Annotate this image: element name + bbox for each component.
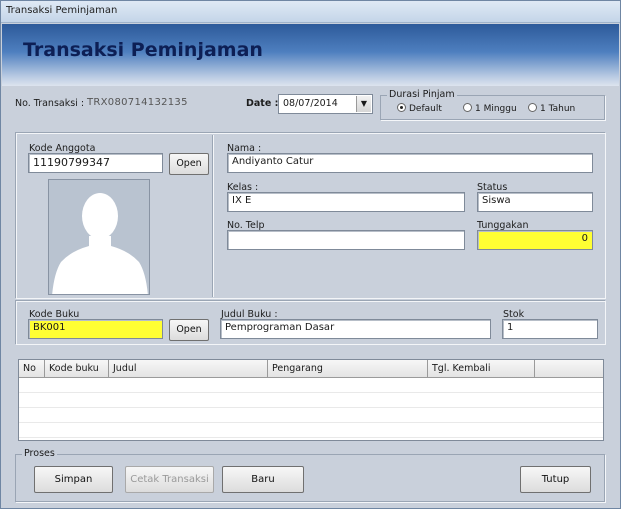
title-bar[interactable]: Transaksi Peminjaman bbox=[1, 1, 620, 23]
telp-input[interactable] bbox=[227, 230, 465, 250]
baru-button[interactable]: Baru bbox=[222, 466, 304, 493]
date-label: Date : bbox=[246, 98, 279, 109]
column-header-judul[interactable]: Judul bbox=[109, 360, 268, 378]
header-banner: Transaksi Peminjaman bbox=[2, 24, 619, 86]
radio-unselected-icon bbox=[528, 103, 537, 112]
peminjaman-table[interactable]: No Kode buku Judul Pengarang Tgl. Kembal… bbox=[18, 359, 604, 441]
stok-input[interactable]: 1 bbox=[502, 319, 598, 339]
radio-unselected-icon bbox=[463, 103, 472, 112]
column-header-pengarang[interactable]: Pengarang bbox=[268, 360, 428, 378]
judul-buku-input[interactable]: Pemprograman Dasar bbox=[220, 319, 491, 339]
date-value: 08/07/2014 bbox=[283, 98, 338, 109]
simpan-button[interactable]: Simpan bbox=[34, 466, 113, 493]
table-row[interactable] bbox=[19, 378, 603, 393]
column-header-extra[interactable] bbox=[535, 360, 603, 378]
column-header-tgl-kembali[interactable]: Tgl. Kembali bbox=[428, 360, 535, 378]
transaction-no-label: No. Transaksi : bbox=[15, 98, 85, 109]
page-title: Transaksi Peminjaman bbox=[23, 39, 263, 61]
main-window: Transaksi Peminjaman Transaksi Peminjama… bbox=[0, 0, 621, 509]
radio-1-tahun-label: 1 Tahun bbox=[540, 104, 576, 114]
radio-1-tahun[interactable]: 1 Tahun bbox=[528, 103, 575, 114]
tutup-button[interactable]: Tutup bbox=[520, 466, 591, 493]
nama-input[interactable]: Andiyanto Catur bbox=[227, 153, 593, 173]
tunggakan-input[interactable]: 0 bbox=[477, 230, 593, 250]
open-buku-button[interactable]: Open bbox=[169, 319, 209, 341]
kode-anggota-input[interactable]: 11190799347 bbox=[28, 153, 163, 173]
radio-selected-icon bbox=[397, 103, 406, 112]
member-photo bbox=[48, 179, 150, 295]
table-row[interactable] bbox=[19, 393, 603, 408]
window-title: Transaksi Peminjaman bbox=[6, 5, 118, 16]
open-anggota-button[interactable]: Open bbox=[169, 153, 209, 175]
user-silhouette-icon bbox=[52, 193, 148, 294]
dropdown-arrow-icon[interactable]: ▼ bbox=[356, 96, 371, 112]
durasi-pinjam-group: Durasi Pinjam Default 1 Minggu 1 Tahun bbox=[380, 89, 605, 120]
cetak-transaksi-button[interactable]: Cetak Transaksi bbox=[125, 466, 214, 493]
radio-default[interactable]: Default bbox=[397, 103, 442, 114]
durasi-pinjam-legend: Durasi Pinjam bbox=[387, 89, 457, 100]
radio-default-label: Default bbox=[409, 104, 442, 114]
panel-divider bbox=[212, 135, 214, 297]
column-header-no[interactable]: No bbox=[19, 360, 45, 378]
status-input[interactable]: Siswa bbox=[477, 192, 593, 212]
table-row[interactable] bbox=[19, 423, 603, 438]
column-header-kode-buku[interactable]: Kode buku bbox=[45, 360, 109, 378]
table-row[interactable] bbox=[19, 408, 603, 423]
transaction-no-value: TRX080714132135 bbox=[87, 97, 188, 108]
date-picker[interactable]: 08/07/2014 ▼ bbox=[278, 94, 373, 114]
proses-legend: Proses bbox=[22, 448, 57, 459]
radio-1-minggu-label: 1 Minggu bbox=[475, 104, 517, 114]
table-header: No Kode buku Judul Pengarang Tgl. Kembal… bbox=[19, 360, 603, 378]
kelas-input[interactable]: IX E bbox=[227, 192, 465, 212]
kode-buku-input[interactable]: BK001 bbox=[28, 319, 163, 339]
radio-1-minggu[interactable]: 1 Minggu bbox=[463, 103, 517, 114]
